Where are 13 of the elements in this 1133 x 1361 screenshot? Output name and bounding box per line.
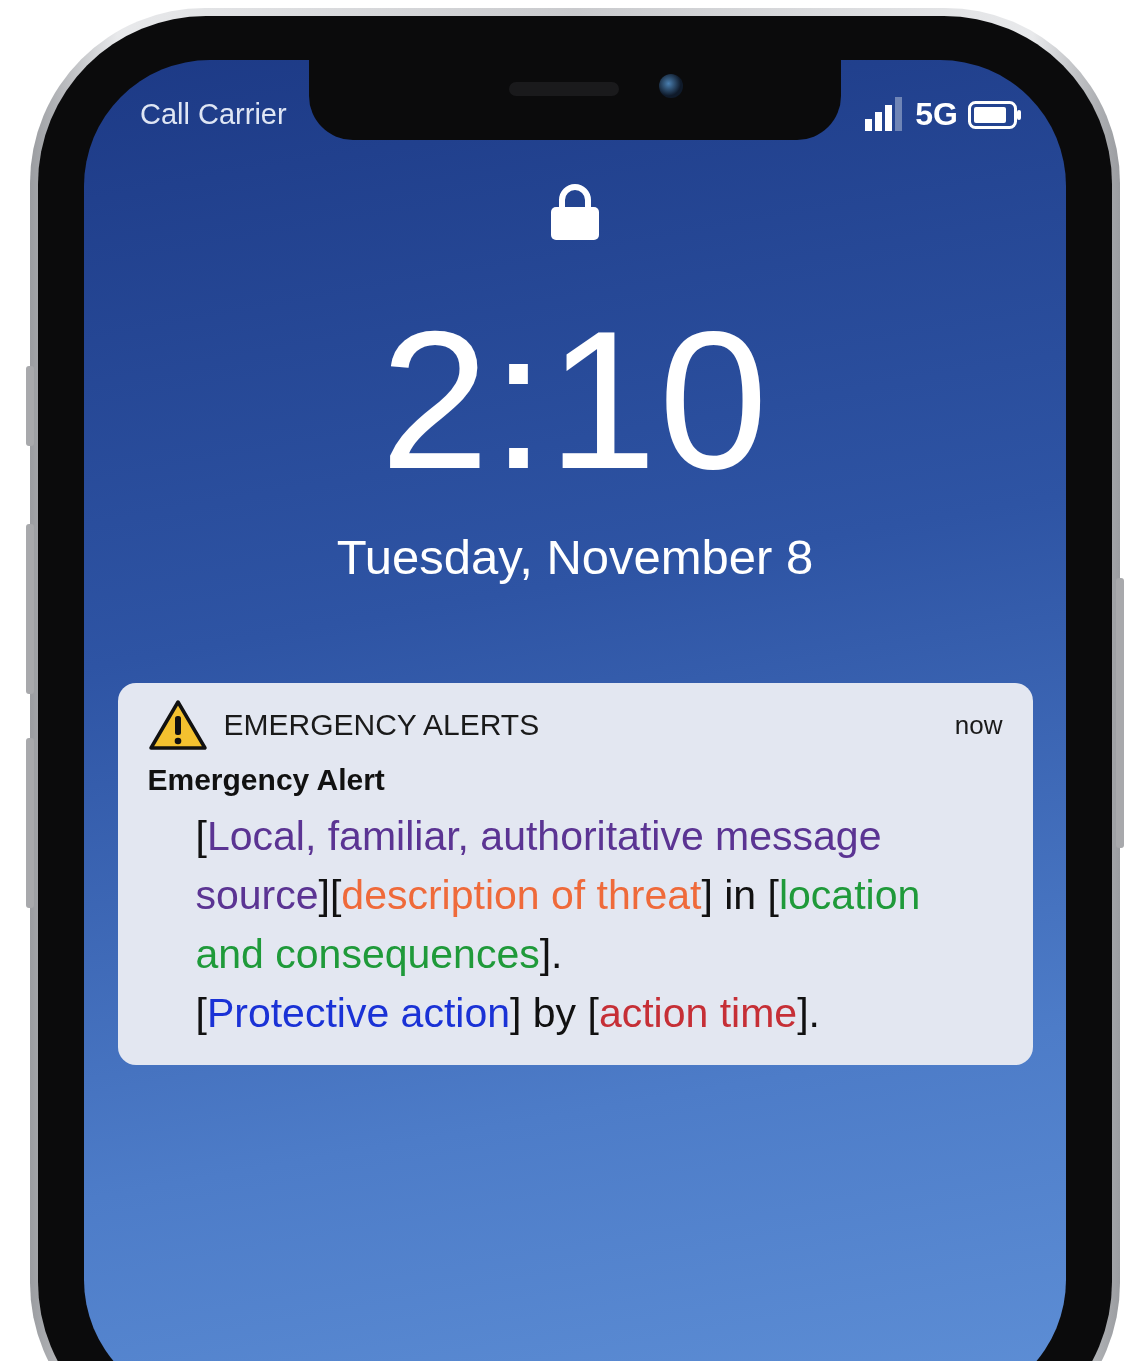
date-label: Tuesday, November 8 xyxy=(336,529,814,585)
notification-title: Emergency Alert xyxy=(147,763,386,797)
alert-message: [Protective action] by [action time]. xyxy=(195,989,821,1038)
battery-icon xyxy=(968,100,1022,129)
clock-time: 2:10 xyxy=(380,303,770,499)
network-label: 5G xyxy=(915,96,958,133)
lock-icon xyxy=(550,183,600,241)
app-name: EMERGENCY ALERTS xyxy=(223,708,541,742)
notification-card[interactable]: EMERGENCY ALERTS now Emergency Alert [Local, familiar, authoritative message source][description of threat] in [location and consequences]. [Protective action] by [action time]. xyxy=(117,683,1033,1065)
timestamp: now xyxy=(954,709,1003,741)
carrier-label: Call Carrier xyxy=(140,98,287,131)
warning-icon xyxy=(147,699,208,751)
alert-message: [Local, familiar, authoritative message source][description of threat] in [location and consequences]. xyxy=(195,812,922,979)
